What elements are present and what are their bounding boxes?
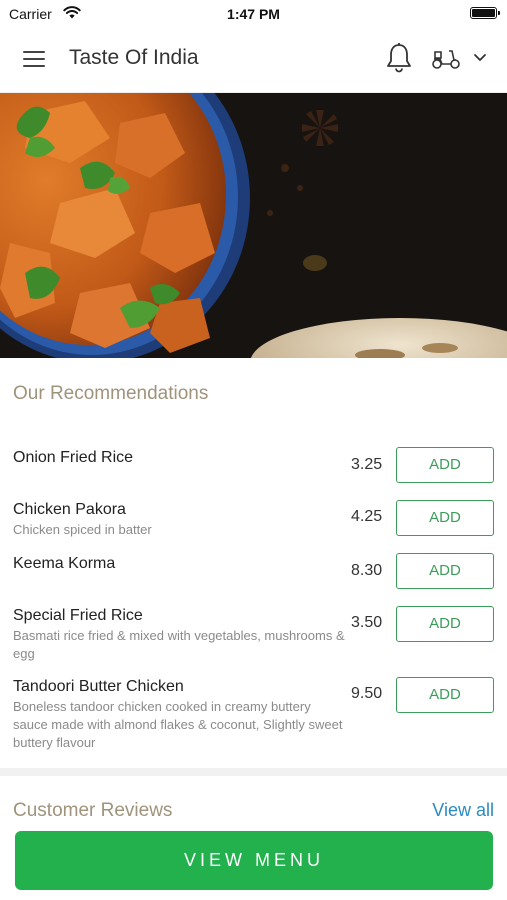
add-button[interactable]: ADD bbox=[396, 500, 494, 536]
item-price: 9.50 bbox=[351, 685, 383, 702]
item-price: 8.30 bbox=[351, 562, 383, 579]
hamburger-menu-icon[interactable] bbox=[20, 48, 50, 70]
view-all-link[interactable]: View all bbox=[432, 800, 494, 821]
item-name: Chicken Pakora bbox=[13, 501, 126, 518]
add-button[interactable]: ADD bbox=[396, 553, 494, 589]
item-description: Boneless tandoor chicken cooked in cream… bbox=[13, 699, 343, 750]
scooter-icon[interactable] bbox=[430, 46, 462, 70]
item-name: Onion Fried Rice bbox=[13, 449, 134, 466]
chevron-down-icon[interactable] bbox=[472, 50, 488, 64]
recommendations-title: Our Recommendations bbox=[13, 383, 209, 404]
battery-icon bbox=[470, 7, 500, 19]
item-description: Basmati rice fried & mixed with vegetabl… bbox=[13, 628, 345, 661]
app-header: Taste Of India bbox=[0, 26, 507, 93]
status-bar: Carrier 1:47 PM bbox=[0, 0, 507, 26]
section-divider bbox=[0, 768, 507, 776]
item-name: Special Fried Rice bbox=[13, 607, 143, 624]
hero-food-image bbox=[0, 93, 507, 358]
item-description: Chicken spiced in batter bbox=[13, 522, 152, 537]
add-button[interactable]: ADD bbox=[396, 447, 494, 483]
add-button[interactable]: ADD bbox=[396, 606, 494, 642]
item-price: 3.50 bbox=[351, 614, 383, 631]
reviews-title: Customer Reviews bbox=[13, 800, 173, 821]
view-menu-button[interactable]: VIEW MENU bbox=[15, 831, 493, 890]
item-price: 4.25 bbox=[351, 508, 383, 525]
add-button[interactable]: ADD bbox=[396, 677, 494, 713]
app-title: Taste Of India bbox=[69, 46, 199, 69]
status-time: 1:47 PM bbox=[227, 6, 280, 22]
item-price: 3.25 bbox=[351, 456, 383, 473]
bell-icon[interactable] bbox=[384, 42, 414, 74]
item-name: Tandoori Butter Chicken bbox=[13, 678, 184, 695]
item-name: Keema Korma bbox=[13, 555, 116, 572]
